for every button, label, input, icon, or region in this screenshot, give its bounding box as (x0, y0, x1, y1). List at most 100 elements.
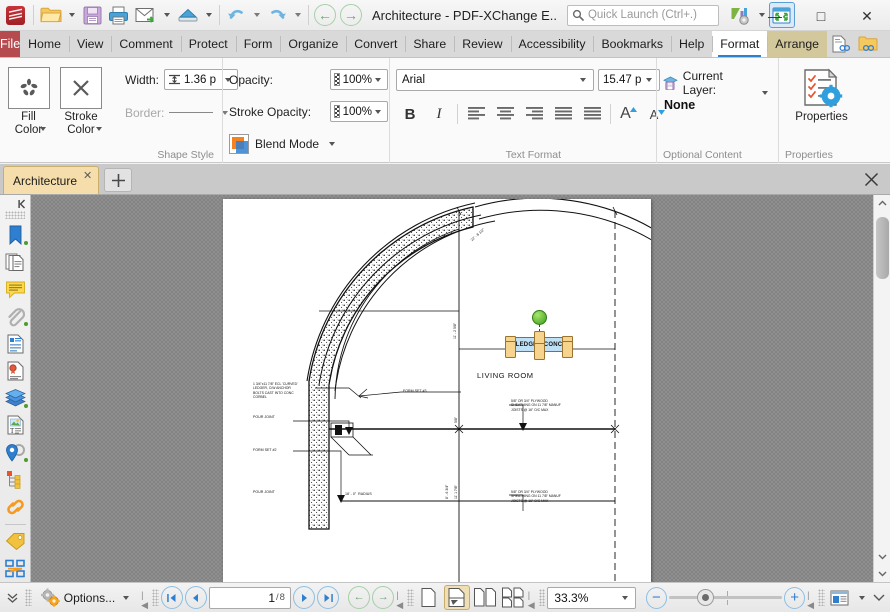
zoom-caret-icon[interactable] (621, 595, 628, 600)
close-button[interactable]: ✕ (844, 0, 890, 31)
opacity-caret-icon[interactable] (375, 77, 381, 82)
tab-home[interactable]: Home (20, 31, 69, 57)
scan-dropdown-caret-icon[interactable] (206, 13, 212, 17)
tab-help[interactable]: Help (671, 31, 712, 57)
new-tab-button[interactable] (104, 168, 133, 192)
scroll-up-button[interactable] (874, 195, 890, 212)
previous-view-icon[interactable]: ← (314, 4, 336, 26)
blend-mode-caret-icon[interactable] (329, 141, 336, 146)
sidebar-item-links[interactable] (1, 493, 30, 520)
zoom-in-button[interactable]: + (784, 586, 806, 609)
tab-convert[interactable]: Convert (346, 31, 405, 57)
align-right-button[interactable] (520, 101, 548, 127)
last-page-button[interactable] (317, 586, 340, 609)
sidebar-item-destinations[interactable] (1, 439, 30, 466)
opacity-combo[interactable]: 100% (330, 69, 388, 90)
tab-review[interactable]: Review (454, 31, 510, 57)
toolbar-grip-4[interactable] (538, 589, 546, 606)
tab-form[interactable]: Form (235, 31, 281, 57)
pane-drag-grip[interactable] (5, 211, 25, 219)
view-mode-button[interactable] (827, 585, 853, 610)
quick-launch-input[interactable]: Quick Launch (Ctrl+.) (566, 4, 719, 26)
layout-two-pages-button[interactable] (472, 585, 498, 610)
zoom-combo[interactable]: 33.3% (547, 586, 636, 609)
forward-button[interactable]: → (372, 586, 395, 609)
tab-organize[interactable]: Organize (280, 31, 346, 57)
toolbar-grip-3[interactable] (407, 589, 414, 606)
fill-color-button[interactable]: Fill Color (6, 63, 51, 136)
layout-single-page-button[interactable] (416, 585, 442, 610)
font-family-caret-icon[interactable] (580, 78, 586, 82)
save-file-icon[interactable] (79, 2, 105, 28)
collapse-pane-button[interactable] (0, 197, 31, 210)
tab-share[interactable]: Share (405, 31, 454, 57)
fill-color-caret-icon[interactable] (40, 127, 46, 131)
tools-settings-icon[interactable] (727, 2, 755, 28)
stroke-opacity-combo[interactable]: 100% (330, 101, 388, 122)
page-number-input[interactable]: 1 / 8 (208, 586, 291, 609)
redo-icon[interactable] (264, 2, 291, 28)
zoom-out-button[interactable]: − (645, 586, 667, 609)
layout-continuous-button[interactable] (443, 585, 470, 610)
tab-comment[interactable]: Comment (111, 31, 180, 57)
align-center-button[interactable] (491, 101, 519, 127)
font-size-caret-icon[interactable] (646, 78, 652, 82)
align-left-button[interactable] (462, 101, 490, 127)
close-document-button[interactable] (852, 164, 890, 194)
sidebar-item-content[interactable]: T (1, 412, 30, 439)
scan-icon[interactable] (174, 2, 202, 28)
tab-protect[interactable]: Protect (180, 31, 236, 57)
rotation-handle[interactable] (532, 310, 547, 325)
sidebar-item-bookmarks[interactable] (1, 222, 30, 249)
tab-view[interactable]: View (68, 31, 111, 57)
align-justify-button[interactable] (549, 101, 577, 127)
properties-button[interactable]: Properties (786, 63, 858, 125)
status-expand-button[interactable] (871, 593, 888, 602)
toolbar-grip-5[interactable] (818, 589, 825, 606)
document-tab-close-icon[interactable]: ✕ (83, 169, 92, 182)
folder-search-icon[interactable] (855, 31, 881, 57)
back-button[interactable]: ← (348, 586, 371, 609)
next-view-icon[interactable]: → (340, 4, 362, 26)
undo-dropdown-caret-icon[interactable] (254, 13, 260, 17)
toolbar-grip-2[interactable] (152, 589, 159, 606)
vertical-scrollbar[interactable] (873, 195, 890, 582)
first-page-button[interactable] (160, 586, 183, 609)
next-page-button[interactable] (292, 586, 316, 609)
zoom-slider[interactable] (668, 587, 782, 609)
document-search-icon[interactable] (827, 31, 853, 57)
border-style-preview[interactable] (169, 111, 214, 114)
bold-button[interactable]: B (396, 101, 424, 127)
layout-four-pages-button[interactable] (500, 585, 526, 610)
minimize-button[interactable]: — (752, 0, 798, 31)
sidebar-item-attachments[interactable] (1, 303, 30, 330)
tab-file[interactable]: File (0, 31, 21, 57)
options-caret-icon[interactable] (123, 595, 130, 600)
open-file-icon[interactable] (37, 2, 65, 28)
view-mode-caret-icon[interactable] (858, 595, 865, 600)
tab-arrange[interactable]: Arrange (767, 31, 827, 57)
scroll-next-page-button[interactable] (874, 565, 890, 582)
print-icon[interactable] (105, 2, 132, 28)
sidebar-item-fields[interactable] (1, 330, 30, 357)
scroll-down-button[interactable] (874, 548, 890, 565)
options-button[interactable]: Options... (34, 586, 139, 610)
maximize-button[interactable]: □ (798, 0, 844, 31)
resize-handle-se[interactable] (562, 341, 573, 358)
undo-icon[interactable] (223, 2, 250, 28)
collapse-ribbon-button[interactable]: ^ (883, 31, 890, 57)
slider-thumb[interactable] (696, 589, 714, 606)
current-layer-row[interactable]: Current Layer: (663, 69, 772, 97)
redo-dropdown-caret-icon[interactable] (295, 13, 301, 17)
tab-accessibility[interactable]: Accessibility (510, 31, 594, 57)
stroke-opacity-caret-icon[interactable] (375, 109, 381, 114)
selected-text-object[interactable]: LEDGER CONC (505, 310, 573, 360)
email-dropdown-caret-icon[interactable] (164, 13, 170, 17)
current-layer-caret-icon[interactable] (762, 91, 768, 95)
sidebar-item-tags[interactable] (1, 528, 30, 555)
expand-toolbar-button[interactable] (2, 592, 23, 604)
sidebar-item-comments[interactable] (1, 276, 30, 303)
stroke-color-caret-icon[interactable] (96, 127, 102, 131)
tab-format[interactable]: Format (712, 31, 768, 57)
blend-mode-row[interactable]: Blend Mode (229, 131, 339, 156)
